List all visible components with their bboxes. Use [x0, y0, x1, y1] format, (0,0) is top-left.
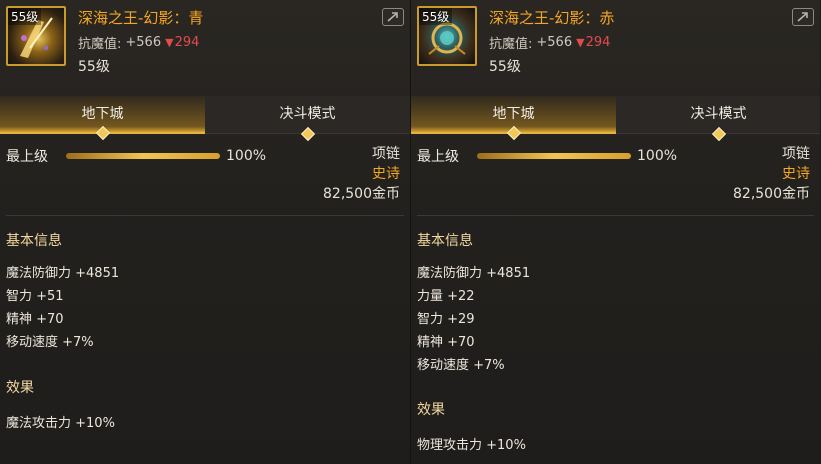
- item-type-info: 项链 史诗 82,500金币: [733, 144, 810, 204]
- divider: [6, 215, 404, 216]
- item-name: 深海之王-幻影：青: [78, 9, 204, 27]
- resist-label: 抗魔值:: [489, 37, 533, 52]
- attribute-item: 精神 +70: [6, 312, 64, 327]
- share-icon[interactable]: [792, 8, 814, 26]
- tab-gem-icon: [300, 126, 315, 142]
- item-level-tag: 55级: [8, 8, 42, 25]
- tab-dungeon[interactable]: 地下城: [411, 96, 616, 141]
- resist-minus: 294: [585, 35, 611, 50]
- share-arrow-glyph: [387, 12, 398, 22]
- resist-row: 抗魔值: +566 ▼ 294: [78, 33, 199, 52]
- basic-info-title: 基本信息: [417, 233, 473, 249]
- mode-tabs: 地下城 决斗模式: [411, 96, 820, 142]
- grade-progress-bar: [477, 153, 631, 159]
- attribute-list: 魔法防御力 +4851 力量 +22 智力 +29 精神 +70 移动速度 +7…: [417, 262, 530, 377]
- effect-text: 魔法攻击力 +10%: [6, 416, 115, 431]
- tab-duel[interactable]: 决斗模式: [616, 96, 820, 142]
- tab-gem-icon: [95, 125, 110, 141]
- grade-label: 最上级: [417, 149, 459, 165]
- attribute-item: 智力 +29: [417, 312, 475, 327]
- tab-label: 决斗模式: [690, 106, 747, 122]
- grade-progress-fill: [66, 153, 220, 159]
- required-level: 55级: [78, 59, 110, 75]
- item-level-tag: 55级: [419, 8, 453, 25]
- down-arrow-icon: ▼: [165, 36, 174, 49]
- effect-title: 效果: [6, 380, 34, 396]
- item-name: 深海之王-幻影：赤: [489, 9, 615, 27]
- item-rarity: 史诗: [372, 166, 400, 182]
- mode-tabs: 地下城 决斗模式: [0, 96, 410, 142]
- resist-minus: 294: [174, 35, 200, 50]
- item-card-left: 55级 深海之王-幻影：青 抗魔值: +566 ▼ 294 55级 地下城 决斗…: [0, 0, 410, 464]
- item-rarity: 史诗: [782, 166, 810, 182]
- resist-decrease: ▼ 294: [165, 35, 199, 50]
- tab-label: 决斗模式: [279, 106, 336, 122]
- grade-percent: 100%: [637, 148, 678, 164]
- divider: [417, 215, 814, 216]
- share-icon[interactable]: [382, 8, 404, 26]
- attribute-item: 魔法防御力 +4851: [6, 266, 120, 281]
- item-slot: 项链: [782, 146, 810, 162]
- tab-duel[interactable]: 决斗模式: [205, 96, 410, 142]
- tab-dungeon[interactable]: 地下城: [0, 96, 205, 141]
- fire-necklace-icon[interactable]: 55级: [417, 6, 477, 66]
- down-arrow-icon: ▼: [576, 36, 585, 49]
- ice-necklace-icon[interactable]: 55级: [6, 6, 66, 66]
- resist-row: 抗魔值: +566 ▼ 294: [489, 33, 610, 52]
- attribute-item: 移动速度 +7%: [6, 335, 94, 350]
- attribute-list: 魔法防御力 +4851 智力 +51 精神 +70 移动速度 +7%: [6, 262, 119, 354]
- effect-title: 效果: [417, 402, 445, 418]
- attribute-item: 智力 +51: [6, 289, 64, 304]
- required-level: 55级: [489, 59, 521, 75]
- attribute-item: 魔法防御力 +4851: [417, 266, 531, 281]
- item-type-info: 项链 史诗 82,500金币: [323, 144, 400, 204]
- item-price: 82,500金币: [733, 186, 810, 202]
- tab-gem-icon: [506, 125, 521, 141]
- attribute-item: 力量 +22: [417, 289, 475, 304]
- grade-percent: 100%: [226, 148, 267, 164]
- tab-label: 地下城: [492, 106, 535, 122]
- item-header: 55级 深海之王-幻影：青 抗魔值: +566 ▼ 294 55级: [0, 0, 410, 90]
- item-compare-panel: 55级 深海之王-幻影：青 抗魔值: +566 ▼ 294 55级 地下城 决斗…: [0, 0, 821, 464]
- grade-progress-fill: [477, 153, 631, 159]
- item-price: 82,500金币: [323, 186, 400, 202]
- tab-gem-icon: [711, 126, 726, 142]
- resist-plus: +566: [536, 35, 573, 50]
- item-card-right: 55级 深海之王-幻影：赤 抗魔值: +566 ▼ 294 55级 地下城 决斗…: [410, 0, 820, 464]
- grade-label: 最上级: [6, 149, 48, 165]
- resist-plus: +566: [125, 35, 162, 50]
- attribute-item: 精神 +70: [417, 335, 475, 350]
- grade-progress-bar: [66, 153, 220, 159]
- tab-label: 地下城: [81, 106, 124, 122]
- share-arrow-glyph: [797, 12, 808, 22]
- resist-label: 抗魔值:: [78, 37, 122, 52]
- item-slot: 项链: [372, 146, 400, 162]
- basic-info-title: 基本信息: [6, 233, 62, 249]
- attribute-item: 移动速度 +7%: [417, 358, 505, 373]
- item-header: 55级 深海之王-幻影：赤 抗魔值: +566 ▼ 294 55级: [411, 0, 820, 90]
- effect-text: 物理攻击力 +10%: [417, 438, 526, 453]
- resist-decrease: ▼ 294: [576, 35, 610, 50]
